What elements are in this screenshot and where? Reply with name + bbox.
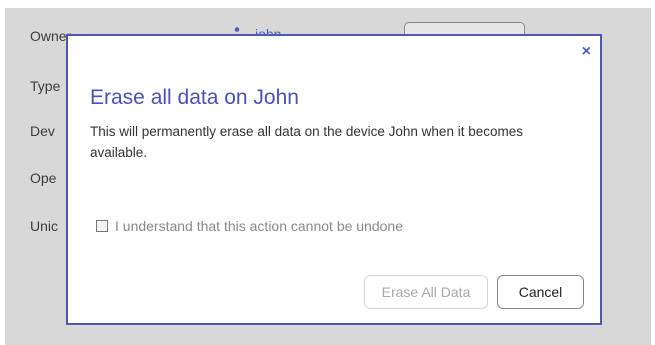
confirm-checkbox-label: I understand that this action cannot be … [115,218,403,234]
erase-dialog: × Erase all data on John This will perma… [66,34,602,325]
field-label-device: Dev [30,123,55,139]
field-label-type: Type [30,78,61,94]
close-icon[interactable]: × [582,43,591,61]
dialog-description: This will permanently erase all data on … [90,124,523,160]
field-label-unique-id: Unic [30,218,59,234]
dialog-title: Erase all data on John [90,86,299,109]
erase-all-data-button[interactable]: Erase All Data [364,275,488,309]
field-label-operating-system: Ope [30,170,57,186]
confirm-checkbox[interactable] [96,220,108,232]
confirm-checkbox-row[interactable]: I understand that this action cannot be … [96,218,403,234]
cancel-button[interactable]: Cancel [497,275,584,309]
